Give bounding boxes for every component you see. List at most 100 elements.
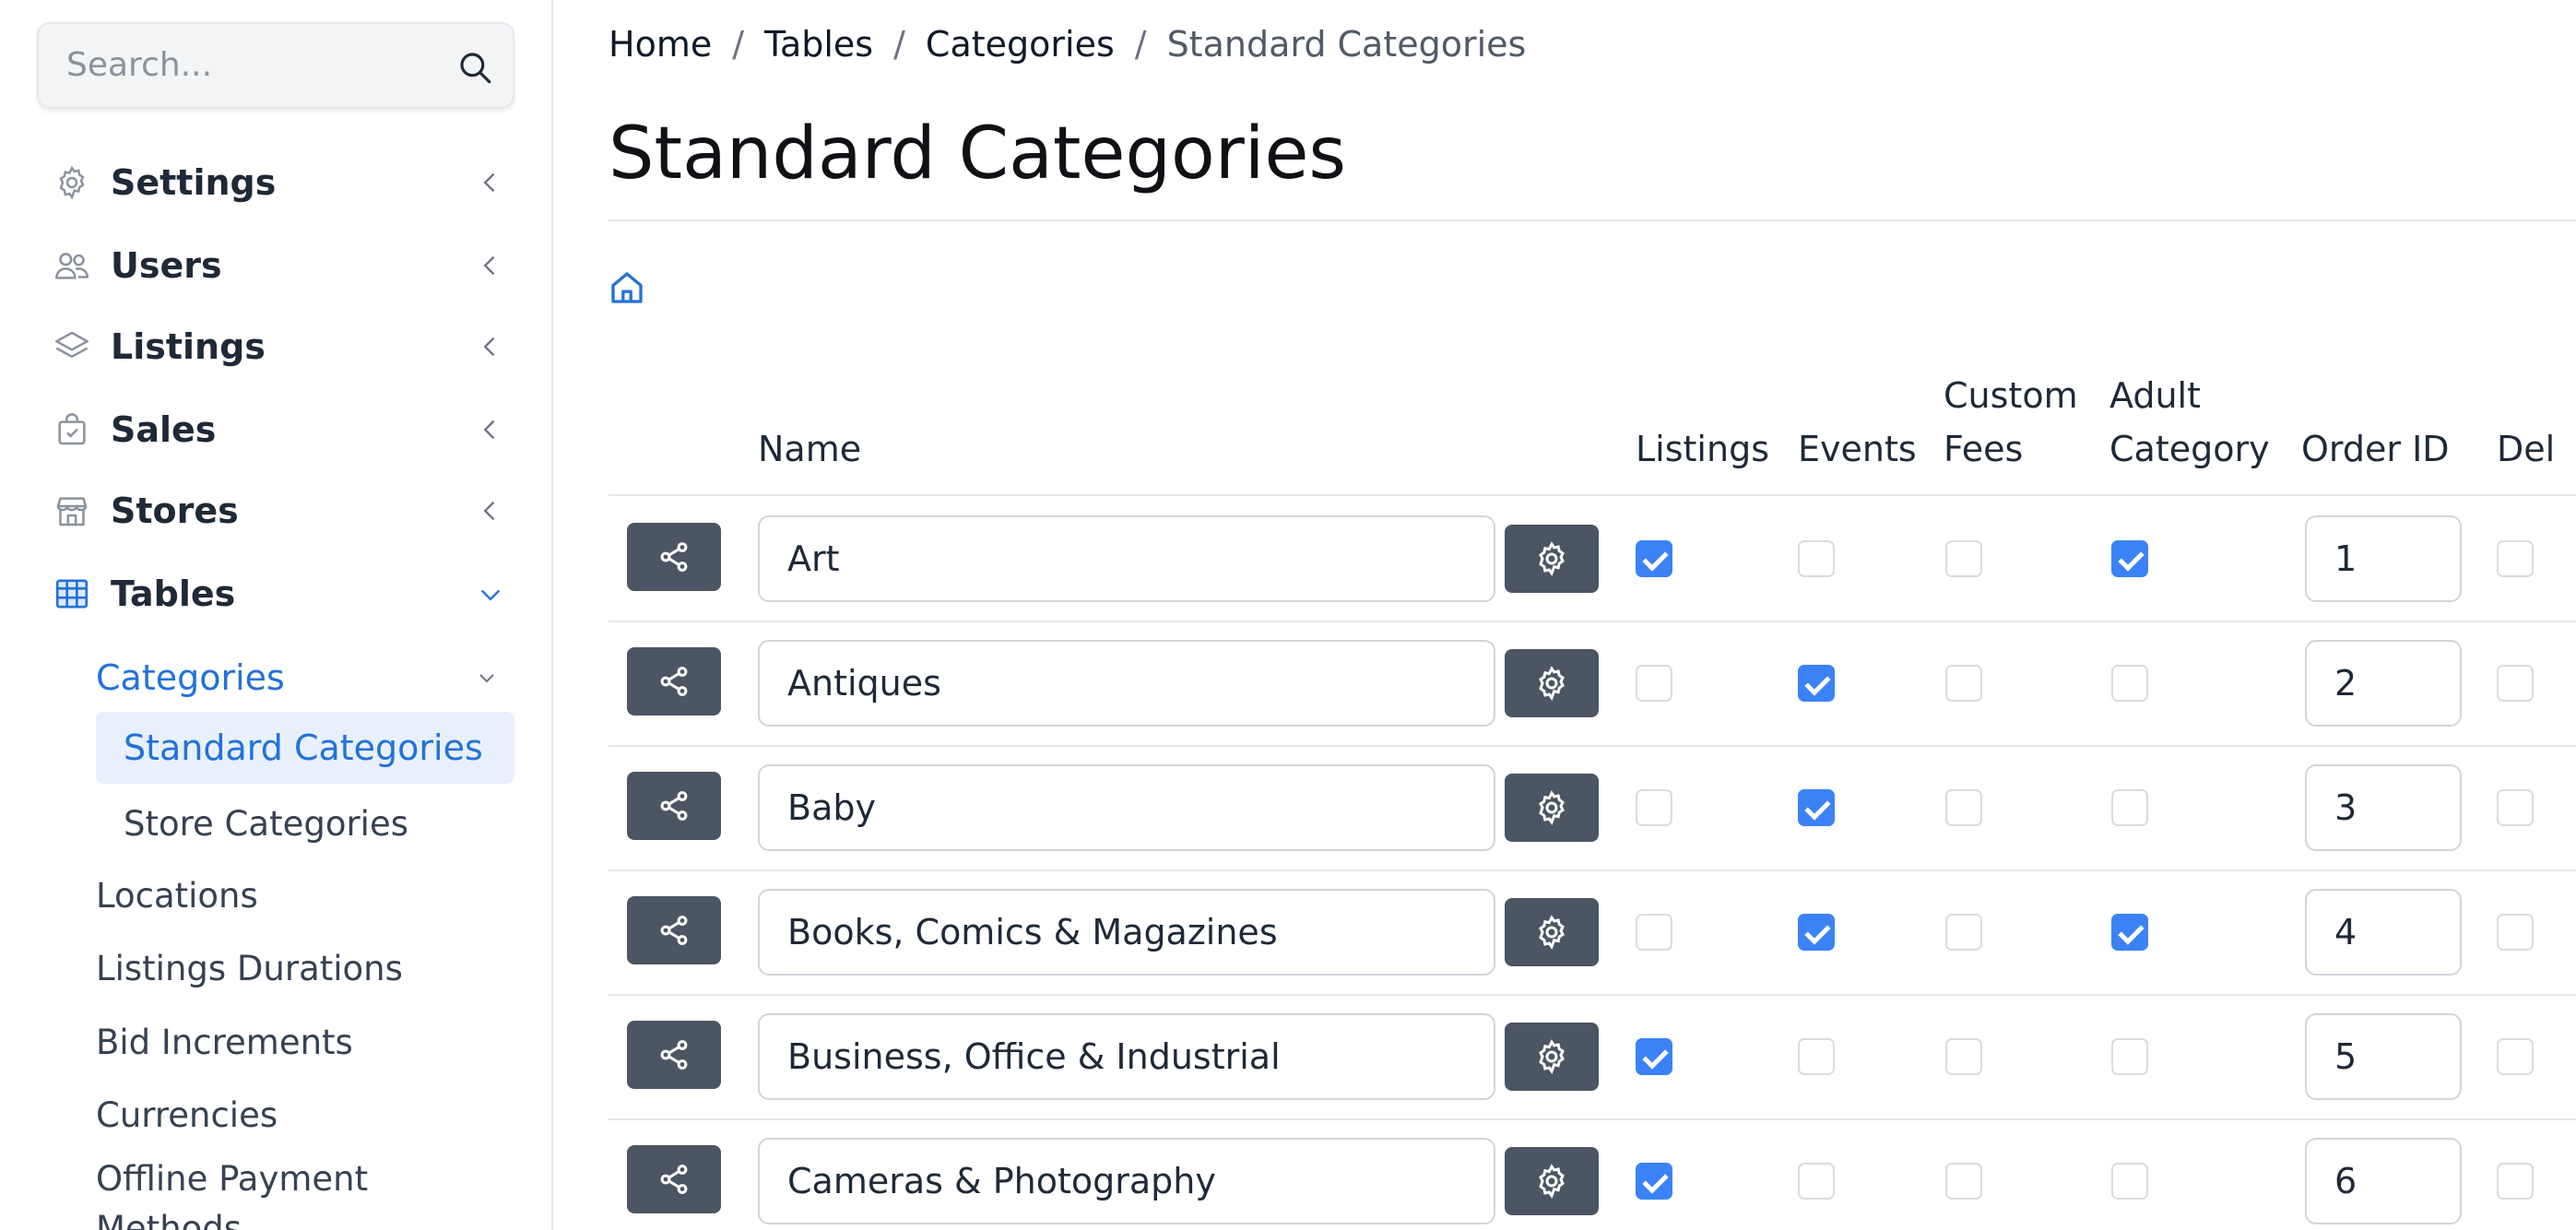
home-icon[interactable] — [609, 269, 645, 306]
search-box[interactable] — [37, 22, 514, 109]
order-id-input[interactable] — [2305, 514, 2462, 602]
settings-button[interactable] — [1505, 897, 1599, 966]
settings-button[interactable] — [1505, 524, 1599, 593]
row-divider — [609, 869, 2576, 871]
sidebar-item-locations[interactable]: Locations — [96, 863, 258, 928]
breadcrumb-tables[interactable]: Tables — [764, 24, 873, 65]
chevron-left-icon — [483, 337, 495, 357]
listings-checkbox[interactable] — [1636, 539, 1672, 577]
sidebar-item-stores[interactable]: Stores — [52, 483, 503, 538]
category-name-input[interactable] — [758, 888, 1495, 976]
custom-fees-checkbox[interactable] — [1945, 913, 1982, 951]
settings-button[interactable] — [1505, 773, 1599, 842]
sidebar-item-offline-payment-methods[interactable]: Offline Payment Methods — [96, 1154, 492, 1230]
sidebar-item-label: Listings — [111, 326, 266, 367]
column-header-adult-line1[interactable]: Adult — [2109, 369, 2201, 422]
column-header-events[interactable]: Events — [1798, 422, 1917, 476]
delete-checkbox[interactable] — [2497, 788, 2534, 826]
breadcrumb-home[interactable]: Home — [609, 24, 712, 65]
share-button[interactable] — [627, 895, 721, 964]
search-input[interactable] — [66, 46, 454, 84]
chevron-left-icon — [483, 420, 495, 440]
breadcrumb-categories[interactable]: Categories — [926, 24, 1115, 65]
delete-checkbox[interactable] — [2497, 664, 2534, 702]
listings-checkbox[interactable] — [1636, 913, 1672, 951]
main-content: Home / Tables / Categories / Standard Ca… — [609, 0, 2576, 1230]
adult-category-checkbox[interactable] — [2111, 788, 2148, 826]
table-icon — [52, 574, 92, 614]
order-id-input[interactable] — [2305, 639, 2462, 727]
delete-checkbox[interactable] — [2497, 913, 2534, 951]
order-id-input[interactable] — [2305, 1012, 2462, 1100]
listings-checkbox[interactable] — [1636, 1037, 1672, 1075]
delete-checkbox[interactable] — [2497, 1162, 2534, 1200]
category-name-input[interactable] — [758, 1137, 1495, 1224]
order-id-input[interactable] — [2305, 888, 2462, 976]
sidebar-item-settings[interactable]: Settings — [52, 155, 503, 210]
share-button[interactable] — [627, 1020, 721, 1089]
sidebar-item-standard-categories[interactable]: Standard Categories — [96, 712, 514, 784]
chevron-left-icon — [483, 255, 495, 276]
sidebar-item-sales[interactable]: Sales — [52, 402, 503, 457]
order-id-input[interactable] — [2305, 763, 2462, 851]
column-header-adult-line2[interactable]: Category — [2109, 422, 2270, 476]
column-header-custom-fees-line1[interactable]: Custom — [1944, 369, 2078, 422]
search-icon[interactable] — [455, 48, 494, 87]
sidebar-item-currencies[interactable]: Currencies — [96, 1082, 278, 1147]
category-name-input[interactable] — [758, 1012, 1495, 1100]
layers-icon — [52, 326, 92, 367]
share-icon — [660, 790, 688, 821]
column-header-custom-fees-line2[interactable]: Fees — [1944, 422, 2023, 476]
share-icon — [660, 541, 688, 572]
events-checkbox[interactable] — [1798, 664, 1835, 702]
sidebar-item-label: Settings — [111, 162, 277, 203]
page-title: Standard Categories — [609, 112, 1347, 195]
share-button[interactable] — [627, 522, 721, 591]
events-checkbox[interactable] — [1798, 788, 1835, 826]
sidebar-item-tables[interactable]: Tables — [52, 566, 503, 621]
events-checkbox[interactable] — [1798, 1162, 1835, 1200]
custom-fees-checkbox[interactable] — [1945, 539, 1982, 577]
share-button[interactable] — [627, 1144, 721, 1213]
category-name-input[interactable] — [758, 763, 1495, 851]
breadcrumb-separator: / — [732, 24, 745, 65]
events-checkbox[interactable] — [1798, 1037, 1835, 1075]
adult-category-checkbox[interactable] — [2111, 1162, 2148, 1200]
share-icon — [660, 1164, 688, 1194]
custom-fees-checkbox[interactable] — [1945, 788, 1982, 826]
adult-category-checkbox[interactable] — [2111, 1037, 2148, 1075]
custom-fees-checkbox[interactable] — [1945, 1162, 1982, 1200]
column-header-delete[interactable]: Del — [2497, 422, 2555, 476]
gear-icon — [52, 162, 92, 203]
listings-checkbox[interactable] — [1636, 664, 1672, 702]
row-divider — [609, 494, 2576, 496]
sidebar-item-store-categories[interactable]: Store Categories — [124, 791, 408, 856]
settings-button[interactable] — [1505, 1146, 1599, 1215]
share-button[interactable] — [627, 646, 721, 716]
sidebar-item-users[interactable]: Users — [52, 238, 503, 293]
column-header-listings[interactable]: Listings — [1636, 422, 1769, 476]
category-name-input[interactable] — [758, 639, 1495, 727]
listings-checkbox[interactable] — [1636, 788, 1672, 826]
adult-category-checkbox[interactable] — [2111, 664, 2148, 702]
sidebar-item-bid-increments[interactable]: Bid Increments — [96, 1010, 353, 1074]
sidebar-item-categories[interactable]: Categories — [96, 645, 511, 710]
settings-button[interactable] — [1505, 648, 1599, 717]
events-checkbox[interactable] — [1798, 913, 1835, 951]
category-name-input[interactable] — [758, 514, 1495, 602]
custom-fees-checkbox[interactable] — [1945, 664, 1982, 702]
adult-category-checkbox[interactable] — [2111, 539, 2148, 577]
column-header-order-id[interactable]: Order ID — [2301, 422, 2450, 476]
delete-checkbox[interactable] — [2497, 1037, 2534, 1075]
settings-button[interactable] — [1505, 1022, 1599, 1091]
sidebar-item-listings-durations[interactable]: Listings Durations — [96, 936, 403, 1000]
adult-category-checkbox[interactable] — [2111, 913, 2148, 951]
sidebar-item-listings[interactable]: Listings — [52, 319, 503, 374]
delete-checkbox[interactable] — [2497, 539, 2534, 577]
listings-checkbox[interactable] — [1636, 1162, 1672, 1200]
events-checkbox[interactable] — [1798, 539, 1835, 577]
custom-fees-checkbox[interactable] — [1945, 1037, 1982, 1075]
column-header-name[interactable]: Name — [758, 422, 861, 476]
share-button[interactable] — [627, 771, 721, 840]
order-id-input[interactable] — [2305, 1137, 2462, 1224]
